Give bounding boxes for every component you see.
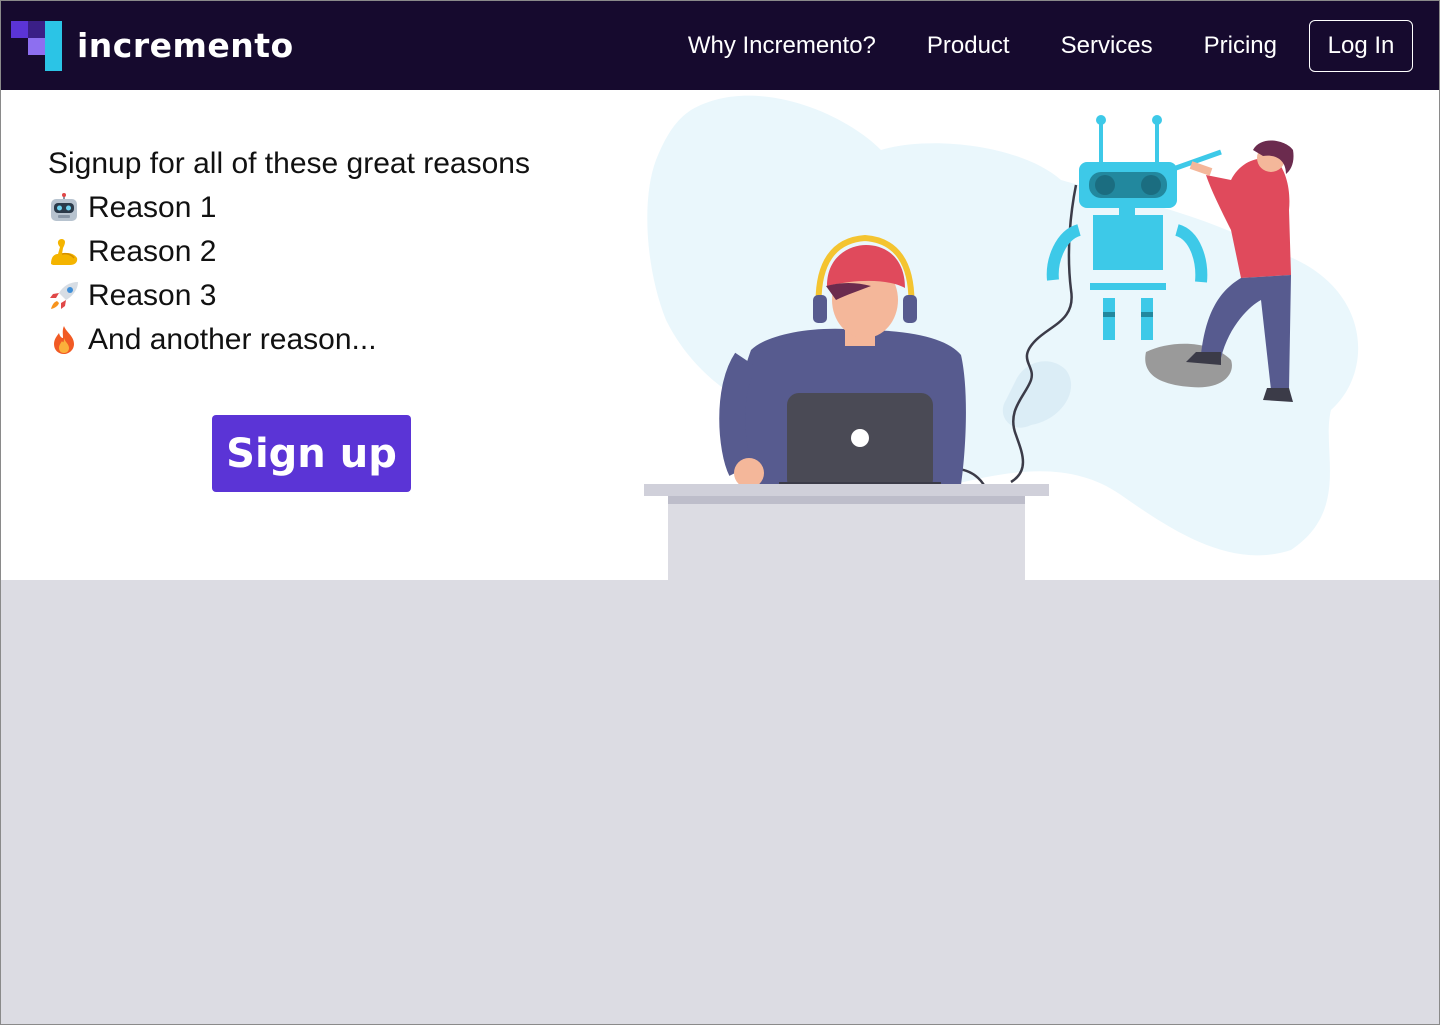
reason-label: Reason 1 [88, 191, 217, 224]
desk-figure [644, 484, 1049, 580]
flexed-biceps-icon [51, 238, 78, 265]
reason-item: Reason 3 [48, 274, 530, 318]
signup-button[interactable]: Sign up [212, 415, 411, 492]
robot-icon [51, 193, 77, 221]
nav-link-product[interactable]: Product [927, 32, 1010, 60]
nav-link-why-incremento[interactable]: Why Incremento? [688, 32, 876, 60]
nav-link-pricing[interactable]: Pricing [1204, 32, 1277, 60]
hero-section: Signup for all of these great reasons Re… [1, 90, 1439, 580]
nav-links: Why Incremento? Product Services Pricing… [688, 1, 1413, 90]
logo-mark-icon [11, 21, 63, 71]
reasons-list: Signup for all of these great reasons Re… [48, 142, 530, 362]
reason-item: Reason 1 [48, 186, 530, 230]
reason-item: And another reason... [48, 318, 530, 362]
rocket-icon [50, 282, 78, 309]
logo[interactable]: incremento [11, 21, 294, 71]
hero-headline: Signup for all of these great reasons [48, 147, 530, 180]
navbar: incremento Why Incremento? Product Servi… [1, 1, 1439, 90]
nav-link-services[interactable]: Services [1061, 32, 1153, 60]
page: incremento Why Incremento? Product Servi… [0, 0, 1440, 1025]
reason-label: And another reason... [88, 323, 377, 356]
logo-wordmark: incremento [77, 26, 294, 65]
reason-label: Reason 3 [88, 279, 217, 312]
login-button[interactable]: Log In [1309, 19, 1413, 72]
person-at-laptop-building-robot-illustration [644, 95, 1359, 580]
reason-label: Reason 2 [88, 235, 217, 268]
fire-icon [54, 326, 74, 354]
reason-item: Reason 2 [48, 230, 530, 274]
